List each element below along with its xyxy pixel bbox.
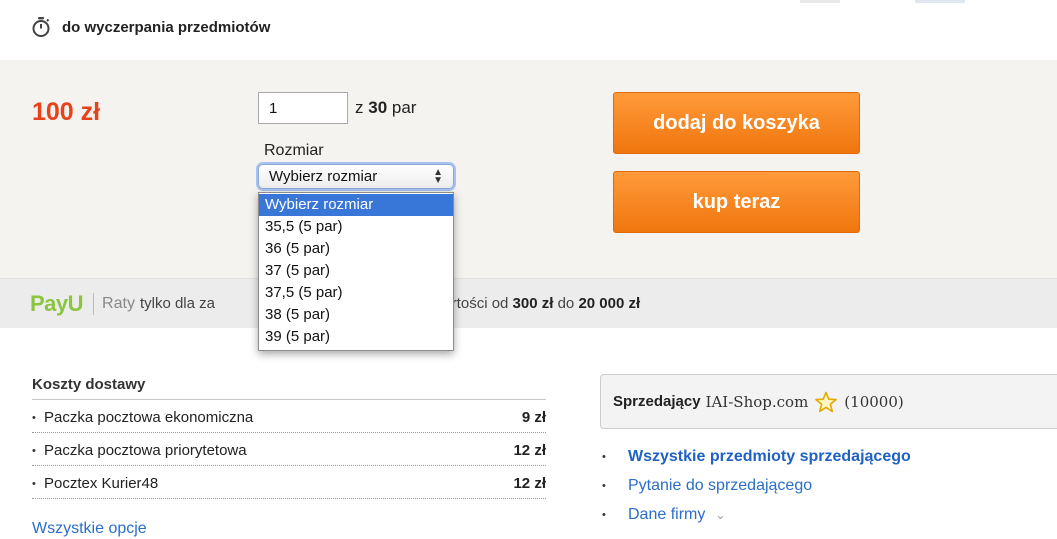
stopwatch-icon bbox=[32, 17, 50, 37]
seller-links: • Wszystkie przedmioty sprzedającego • P… bbox=[602, 442, 911, 529]
size-label: Rozmiar bbox=[264, 142, 324, 159]
star-icon bbox=[815, 391, 838, 412]
top-edge-element bbox=[915, 0, 965, 3]
size-option[interactable]: 36 (5 par) bbox=[259, 238, 453, 260]
size-dropdown: Wybierz rozmiar 35,5 (5 par) 36 (5 par) … bbox=[258, 192, 454, 351]
bullet: • bbox=[602, 508, 606, 521]
payu-min-amount: 300 zł bbox=[512, 295, 554, 312]
payu-text-c: do bbox=[557, 295, 575, 312]
delivery-row: • Paczka pocztowa priorytetowa 12 zł bbox=[32, 436, 546, 466]
of-total: 30 bbox=[368, 98, 388, 117]
seller-link-company-data[interactable]: • Dane firmy ⌄ bbox=[602, 500, 911, 529]
buy-now-button[interactable]: kup teraz bbox=[613, 171, 860, 233]
payu-logo-text: Pay bbox=[30, 290, 68, 316]
payu-installments-bar: Pay U Raty tylko dla za o wartości od 300 … bbox=[0, 278, 1057, 328]
payu-logo: Pay U bbox=[30, 290, 84, 317]
payu-text-a: tylko dla za bbox=[139, 295, 215, 312]
seller-box: Sprzedający IAI-Shop.com (10000) bbox=[600, 374, 1057, 429]
delivery-costs: Koszty dostawy • Paczka pocztowa ekonomi… bbox=[32, 376, 546, 499]
bullet: • bbox=[32, 444, 36, 457]
delivery-cost: 12 zł bbox=[513, 442, 546, 459]
size-option[interactable]: 38 (5 par) bbox=[259, 304, 453, 326]
delivery-row: • Paczka pocztowa ekonomiczna 9 zł bbox=[32, 403, 546, 433]
add-to-cart-button[interactable]: dodaj do koszyka bbox=[613, 92, 860, 154]
bullet: • bbox=[32, 411, 36, 424]
price: 100 zł bbox=[32, 98, 101, 126]
seller-link-text[interactable]: Wszystkie przedmioty sprzedającego bbox=[628, 448, 911, 466]
of-prefix: z bbox=[355, 98, 364, 117]
all-delivery-options-link[interactable]: Wszystkie opcje bbox=[32, 520, 147, 538]
delivery-name: Paczka pocztowa ekonomiczna bbox=[44, 409, 254, 426]
payu-max-amount: 20 000 zł bbox=[578, 295, 641, 312]
timer-text: do wyczerpania przedmiotów bbox=[62, 18, 271, 36]
bullet: • bbox=[602, 450, 606, 463]
product-purchase-page: do wyczerpania przedmiotów 100 zł z 30 p… bbox=[0, 0, 1057, 539]
size-option[interactable]: 39 (5 par) bbox=[259, 326, 453, 348]
seller-link-text[interactable]: Dane firmy bbox=[628, 506, 705, 524]
size-option[interactable]: Wybierz rozmiar bbox=[259, 194, 453, 216]
raty-label: Raty bbox=[102, 294, 135, 312]
quantity-input[interactable] bbox=[258, 92, 348, 124]
size-option[interactable]: 37 (5 par) bbox=[259, 260, 453, 282]
divider bbox=[93, 292, 95, 315]
size-option[interactable]: 35,5 (5 par) bbox=[259, 216, 453, 238]
seller-link-question[interactable]: • Pytanie do sprzedającego bbox=[602, 471, 911, 500]
delivery-row: • Pocztex Kurier48 12 zł bbox=[32, 469, 546, 499]
size-select-value: Wybierz rozmiar bbox=[269, 168, 378, 185]
timer-row: do wyczerpania przedmiotów bbox=[30, 16, 270, 38]
delivery-name: Paczka pocztowa priorytetowa bbox=[44, 442, 247, 459]
payu-logo-mark: U bbox=[67, 290, 84, 316]
seller-label: Sprzedający bbox=[613, 393, 701, 410]
delivery-cost: 9 zł bbox=[521, 409, 546, 426]
quantity-available: z 30 par bbox=[355, 98, 416, 118]
seller-name[interactable]: IAI-Shop.com bbox=[706, 393, 809, 411]
size-option[interactable]: 37,5 (5 par) bbox=[259, 282, 453, 304]
delivery-name: Pocztex Kurier48 bbox=[44, 475, 159, 492]
top-edge-element bbox=[800, 0, 840, 3]
seller-link-text[interactable]: Pytanie do sprzedającego bbox=[628, 477, 812, 495]
of-unit: par bbox=[391, 98, 417, 117]
seller-rating-count[interactable]: (10000) bbox=[844, 393, 903, 411]
chevron-down-icon[interactable]: ⌄ bbox=[715, 508, 725, 522]
select-arrows-icon: ▲ ▼ bbox=[433, 166, 443, 186]
delivery-cost: 12 zł bbox=[513, 475, 546, 492]
size-select[interactable]: Wybierz rozmiar ▲ ▼ bbox=[258, 164, 454, 189]
bullet: • bbox=[602, 479, 606, 492]
seller-link-all-items[interactable]: • Wszystkie przedmioty sprzedającego bbox=[602, 442, 911, 471]
delivery-title: Koszty dostawy bbox=[32, 376, 546, 400]
buy-panel: 100 zł z 30 par Rozmiar Wybierz rozmiar … bbox=[0, 60, 1057, 351]
bullet: • bbox=[32, 477, 36, 490]
